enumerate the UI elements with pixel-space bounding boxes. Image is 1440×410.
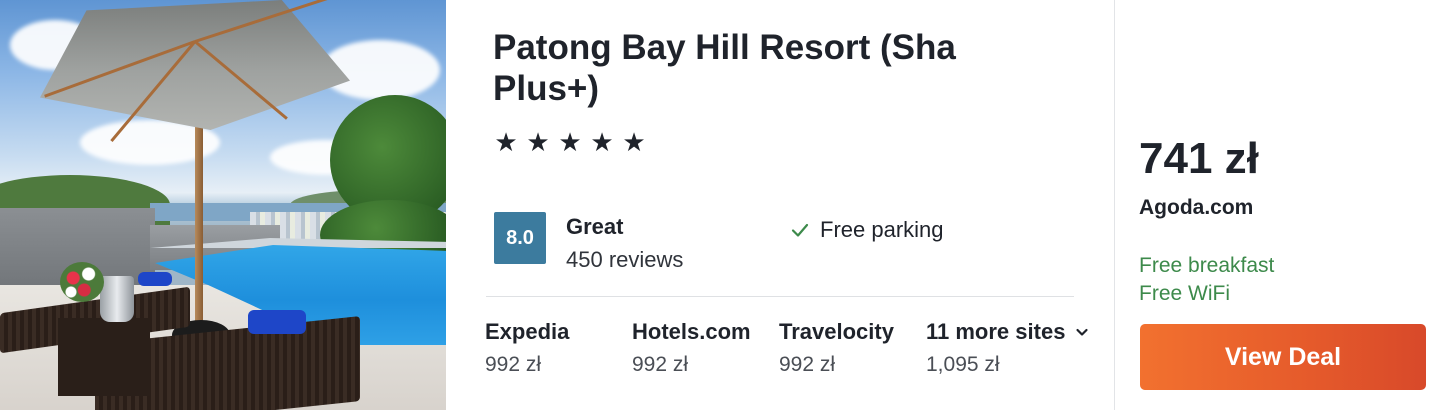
deal-price[interactable]: 741 zł [1139, 134, 1259, 184]
deal-provider: Agoda.com [1139, 196, 1254, 219]
star-icon: ★ [558, 127, 582, 157]
photo-side-table [58, 318, 150, 396]
site-price: 1,095 zł [926, 353, 1000, 376]
site-name: Travelocity [779, 319, 894, 344]
perk-free-breakfast: Free breakfast [1139, 254, 1275, 277]
site-price-hotels-com[interactable]: Hotels.com 992 zł [632, 319, 772, 377]
photo-flowers [60, 262, 104, 302]
star-icon: ★ [526, 127, 550, 157]
more-sites[interactable]: 11 more sites 1,095 zł [926, 319, 1111, 377]
site-price: 992 zł [632, 353, 689, 376]
photo-ice-bucket [100, 276, 134, 322]
site-price: 992 zł [779, 353, 836, 376]
more-sites-button[interactable]: 11 more sites [926, 319, 1111, 345]
chevron-down-icon [1076, 328, 1089, 336]
more-sites-label: 11 more sites [926, 319, 1066, 344]
rating-score-badge[interactable]: 8.0 [494, 212, 546, 264]
hotel-result-card: Patong Bay Hill Resort (Sha Plus+) ★ ★ ★… [0, 0, 1440, 410]
review-count[interactable]: 450 reviews [566, 247, 683, 273]
check-icon [791, 223, 809, 237]
amenity-label: Free parking [820, 217, 944, 242]
amenity-free-parking: Free parking [790, 217, 944, 243]
column-divider [1114, 0, 1115, 410]
hotel-photo[interactable] [0, 0, 446, 410]
star-rating: ★ ★ ★ ★ ★ [493, 126, 647, 158]
star-icon: ★ [622, 127, 646, 157]
perk-free-wifi: Free WiFi [1139, 282, 1230, 305]
star-icon: ★ [590, 127, 614, 157]
divider [486, 296, 1074, 297]
view-deal-button[interactable]: View Deal [1140, 324, 1426, 390]
site-name: Hotels.com [632, 319, 751, 344]
star-icon: ★ [494, 127, 518, 157]
hotel-name[interactable]: Patong Bay Hill Resort (Sha Plus+) [493, 27, 1053, 109]
site-price-expedia[interactable]: Expedia 992 zł [485, 319, 625, 377]
photo-umbrella [40, 0, 350, 130]
site-name: Expedia [485, 319, 570, 344]
site-price-travelocity[interactable]: Travelocity 992 zł [779, 319, 919, 377]
rating-label: Great [566, 214, 624, 239]
photo-towel [248, 310, 306, 334]
photo-towel [138, 272, 172, 286]
site-price: 992 zł [485, 353, 542, 376]
